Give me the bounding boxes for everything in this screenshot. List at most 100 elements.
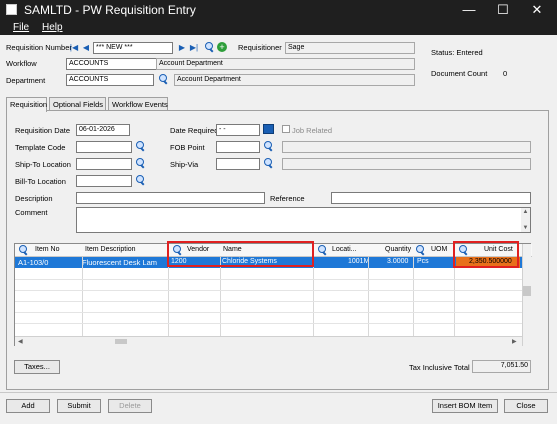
status-text: Status: Entered [431, 48, 483, 57]
tab-workflow-events[interactable]: Workflow Events [108, 97, 168, 111]
requisition-number-field[interactable]: *** NEW *** [93, 42, 173, 54]
template-code-label: Template Code [15, 143, 66, 152]
row-divider [15, 312, 522, 313]
fob-point-field[interactable] [216, 141, 260, 153]
menu-bar: File Help [0, 20, 557, 35]
fob-point-finder-icon[interactable] [263, 141, 274, 152]
department-description: Account Department [174, 74, 415, 86]
document-count-label: Document Count [431, 69, 488, 78]
job-related-label: Job Related [292, 126, 333, 135]
footer-divider [0, 392, 557, 393]
cell-description[interactable]: Fluorescent Desk Lam [82, 258, 157, 267]
col-divider [413, 257, 414, 336]
close-window-button[interactable]: ✕ [522, 0, 552, 20]
row-divider [15, 279, 522, 280]
row-divider [15, 323, 522, 324]
detail-grid: Item No Item Description Vendor Name Loc… [14, 241, 532, 346]
minimize-button[interactable]: — [454, 0, 484, 20]
workflow-label: Workflow [6, 59, 37, 68]
close-button[interactable]: Close [504, 399, 548, 413]
grid-horizontal-scrollbar[interactable]: ◀ ▶ [15, 336, 522, 346]
comment-scrollbar[interactable]: ▲ ▼ [521, 208, 530, 232]
delete-button[interactable]: Delete [108, 399, 152, 413]
requisitioner-field: Sage [285, 42, 415, 54]
col-divider [454, 257, 455, 336]
row-divider [15, 301, 522, 302]
ship-via-finder-icon[interactable] [263, 158, 274, 169]
grid-hscroll-thumb[interactable] [115, 339, 127, 344]
bill-to-location-field[interactable] [76, 175, 132, 187]
document-count-value: 0 [503, 69, 508, 78]
reference-label: Reference [270, 194, 305, 203]
ship-via-field[interactable] [216, 158, 260, 170]
item-finder-icon[interactable] [18, 245, 29, 256]
col-item-description[interactable]: Item Description [85, 246, 136, 253]
previous-record-icon[interactable]: ◀ [81, 42, 91, 53]
date-required-label: Date Required [170, 126, 219, 135]
ship-to-location-field[interactable] [76, 158, 132, 170]
first-record-icon[interactable]: |◀ [69, 42, 79, 53]
window-title: SAMLTD - PW Requisition Entry [24, 3, 196, 17]
menu-file[interactable]: File [13, 22, 29, 33]
scroll-left-icon[interactable]: ◀ [18, 338, 23, 345]
title-bar: SAMLTD - PW Requisition Entry — ☐ ✕ [0, 0, 557, 20]
maximize-button[interactable]: ☐ [488, 0, 518, 20]
col-divider [82, 257, 83, 336]
scroll-right-icon[interactable]: ▶ [512, 338, 517, 345]
department-field[interactable]: ACCOUNTS [66, 74, 154, 86]
col-location[interactable]: Locati... [332, 246, 357, 253]
reference-field[interactable] [331, 192, 531, 204]
unit-cost-highlight [453, 241, 519, 268]
new-record-icon[interactable]: + [217, 42, 227, 52]
location-finder-icon[interactable] [317, 245, 328, 256]
ship-via-label: Ship-Via [170, 160, 199, 169]
tab-optional-fields[interactable]: Optional Fields [49, 97, 106, 111]
department-label: Department [6, 76, 46, 85]
template-code-finder-icon[interactable] [135, 141, 146, 152]
menu-help[interactable]: Help [42, 22, 63, 33]
workflow-field[interactable]: ACCOUNTS [66, 58, 160, 70]
search-icon[interactable] [204, 42, 215, 53]
requisition-number-label: Requisition Number [6, 43, 72, 52]
col-quantity[interactable]: Quantity [385, 246, 411, 253]
col-divider [168, 257, 169, 336]
comment-field[interactable] [76, 207, 531, 233]
workflow-description: Account Department [156, 58, 415, 70]
requisitioner-label: Requisitioner [238, 43, 282, 52]
calendar-icon[interactable] [263, 124, 274, 134]
cell-item-no[interactable]: A1-103/0 [18, 258, 48, 267]
fob-point-label: FOB Point [170, 143, 205, 152]
grid-vscroll-thumb[interactable] [523, 286, 531, 296]
description-field[interactable] [76, 192, 265, 204]
bill-to-finder-icon[interactable] [135, 175, 146, 186]
fob-point-description [282, 141, 531, 153]
requisition-date-label: Requisition Date [15, 126, 71, 135]
insert-bom-item-button[interactable]: Insert BOM Item [432, 399, 498, 413]
tax-inclusive-total-label: Tax Inclusive Total [409, 363, 470, 372]
requisition-window: SAMLTD - PW Requisition Entry — ☐ ✕ File… [0, 0, 557, 424]
col-uom[interactable]: UOM [431, 246, 447, 253]
department-finder-icon[interactable] [158, 74, 169, 85]
submit-button[interactable]: Submit [57, 399, 101, 413]
last-record-icon[interactable]: ▶| [189, 42, 199, 53]
requisition-date-field[interactable]: 06-01-2026 [76, 124, 130, 136]
ship-to-finder-icon[interactable] [135, 158, 146, 169]
cell-location[interactable]: 1001M [348, 258, 369, 265]
taxes-button[interactable]: Taxes... [14, 360, 60, 374]
cell-uom[interactable]: Pcs [417, 258, 429, 265]
grid-vertical-scrollbar[interactable] [522, 244, 531, 346]
app-icon [6, 4, 17, 15]
col-item-no[interactable]: Item No [35, 246, 60, 253]
description-label: Description [15, 194, 53, 203]
tax-inclusive-total-value: 7,051.50 [472, 360, 531, 373]
comment-label: Comment [15, 208, 48, 217]
template-code-field[interactable] [76, 141, 132, 153]
cell-quantity[interactable]: 3.0000 [387, 258, 408, 265]
add-button[interactable]: Add [6, 399, 50, 413]
job-related-checkbox[interactable] [282, 125, 290, 133]
date-required-field[interactable]: - - [216, 124, 260, 136]
next-record-icon[interactable]: ▶ [177, 42, 187, 53]
col-divider [313, 257, 314, 336]
uom-finder-icon[interactable] [415, 245, 426, 256]
tab-requisition[interactable]: Requisition [6, 97, 47, 112]
